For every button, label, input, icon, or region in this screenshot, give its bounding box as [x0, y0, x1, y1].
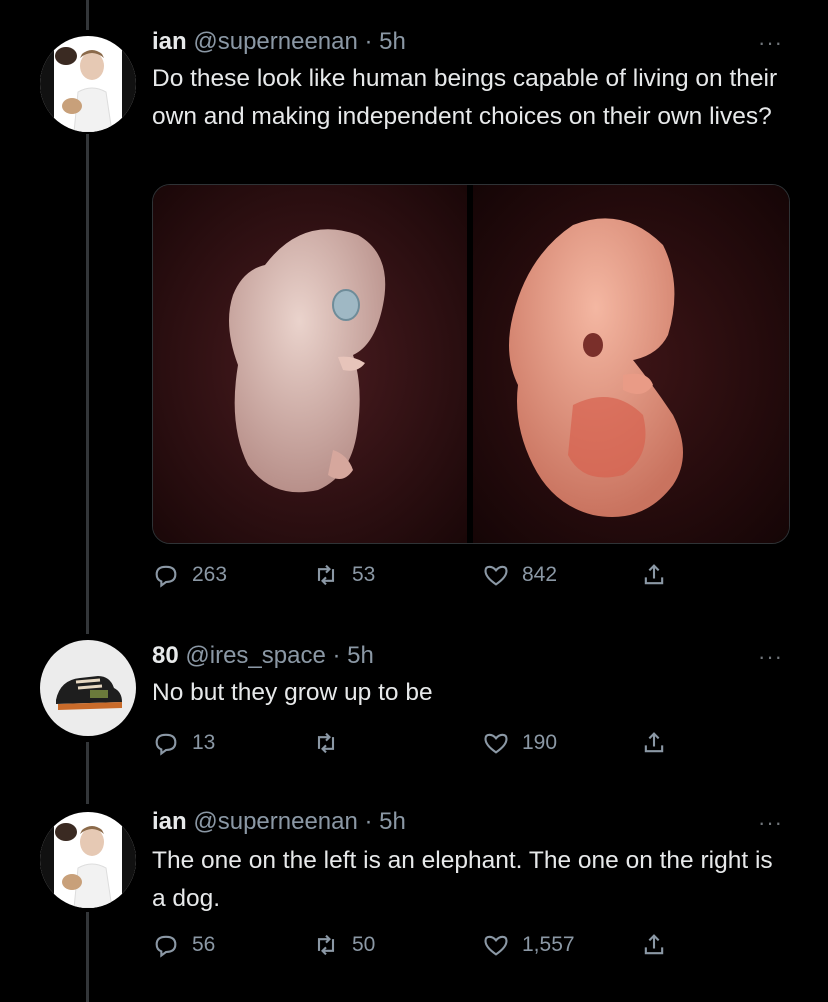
reply-icon — [155, 935, 177, 958]
reply-button[interactable]: 56 — [152, 928, 215, 962]
tweet-header: 80 @ires_space · 5h — [152, 642, 374, 670]
user-handle[interactable]: @superneenan — [193, 808, 357, 835]
retweet-icon — [317, 564, 335, 586]
share-button[interactable] — [640, 928, 680, 962]
retweet-button[interactable] — [312, 726, 352, 760]
tweet-text: The one on the left is an elephant. The … — [152, 847, 773, 912]
retweet-icon — [317, 934, 335, 956]
tweet-actions: 263 53 842 — [152, 558, 692, 592]
tweet-actions: 56 50 1,557 — [152, 928, 692, 962]
user-handle[interactable]: @ires_space — [185, 642, 325, 669]
share-icon — [644, 564, 664, 585]
retweet-button[interactable]: 53 — [312, 558, 375, 592]
timestamp[interactable]: · 5h — [332, 642, 373, 669]
reply-button[interactable]: 13 — [152, 726, 215, 760]
timestamp[interactable]: · 5h — [365, 808, 406, 835]
like-button[interactable]: 842 — [482, 558, 557, 592]
tweet-3[interactable]: ian @superneenan · 5h ··· The one on the… — [0, 790, 828, 1002]
reply-count: 56 — [192, 933, 216, 956]
avatar[interactable] — [40, 36, 136, 132]
reply-icon — [155, 733, 177, 756]
heart-icon — [484, 565, 508, 586]
more-options-button[interactable]: ··· — [758, 644, 783, 670]
retweet-count: 53 — [352, 563, 376, 586]
like-button[interactable]: 190 — [482, 726, 557, 760]
timestamp[interactable]: · 5h — [365, 28, 406, 55]
display-name[interactable]: ian — [152, 28, 187, 55]
retweet-count: 50 — [352, 933, 376, 956]
more-options-button[interactable]: ··· — [758, 810, 783, 836]
retweet-button[interactable]: 50 — [312, 928, 375, 962]
tweet-2[interactable]: 80 @ires_space · 5h ··· No but they grow… — [0, 620, 828, 800]
reply-count: 13 — [192, 731, 216, 754]
embryo-photos — [153, 185, 789, 543]
heart-icon — [484, 935, 508, 956]
tweet-header: ian @superneenan · 5h — [152, 28, 406, 56]
share-button[interactable] — [640, 558, 680, 592]
avatar[interactable] — [40, 640, 136, 736]
like-button[interactable]: 1,557 — [482, 928, 575, 962]
tweet-actions: 13 190 — [152, 726, 692, 760]
retweet-icon — [317, 732, 335, 754]
tweet-text: Do these look like human beings capable … — [152, 65, 778, 130]
like-count: 842 — [522, 563, 558, 586]
like-count: 190 — [522, 731, 558, 754]
reply-icon — [155, 565, 177, 588]
tweet-media[interactable] — [152, 184, 790, 544]
tweet-header: ian @superneenan · 5h — [152, 808, 406, 836]
display-name[interactable]: ian — [152, 808, 187, 835]
heart-icon — [484, 733, 508, 754]
tweet-1[interactable]: ian @superneenan · 5h ··· Do these look … — [0, 0, 828, 600]
user-handle[interactable]: @superneenan — [193, 28, 357, 55]
like-count: 1,557 — [522, 933, 575, 956]
display-name[interactable]: 80 — [152, 642, 179, 669]
avatar[interactable] — [40, 812, 136, 908]
reply-count: 263 — [192, 563, 228, 586]
tweet-text: No but they grow up to be — [152, 679, 433, 706]
share-icon — [644, 934, 664, 955]
reply-button[interactable]: 263 — [152, 558, 227, 592]
share-icon — [644, 732, 664, 753]
share-button[interactable] — [640, 726, 680, 760]
more-options-button[interactable]: ··· — [758, 30, 783, 56]
